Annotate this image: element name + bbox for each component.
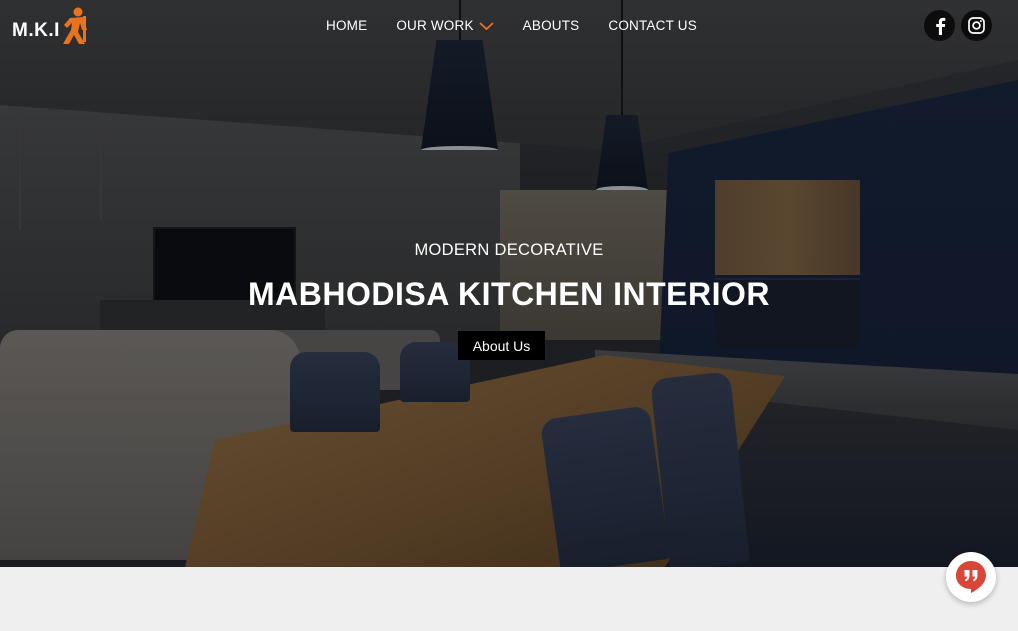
instagram-link[interactable] (961, 10, 992, 41)
facebook-link[interactable] (924, 10, 955, 41)
logo-text: M.K.I (12, 20, 60, 41)
hero-subtitle: MODERN DECORATIVE (414, 241, 604, 259)
facebook-icon (935, 17, 945, 35)
hero-title: MABHODISA KITCHEN INTERIOR (247, 276, 771, 312)
chevron-down-icon (479, 21, 494, 30)
nav-item-contact-us[interactable]: CONTACT US (608, 18, 697, 33)
main-nav: HOME OUR WORK ABOUTS CONTACT US (326, 18, 726, 33)
nav-item-our-work[interactable]: OUR WORK (396, 18, 494, 33)
instagram-icon (968, 17, 985, 34)
about-us-button[interactable]: About Us (458, 331, 545, 360)
site-logo[interactable]: M.K.I (12, 6, 91, 46)
hero-section: M.K.I HOME OUR WORK ABOUTS CONTACT US MO… (0, 0, 1018, 567)
nav-item-home[interactable]: HOME (326, 18, 367, 33)
logo-worker-icon (62, 7, 87, 44)
chat-quote-icon (956, 561, 986, 593)
chat-button[interactable] (946, 552, 996, 602)
nav-label: ABOUTS (522, 18, 580, 33)
nav-label: OUR WORK (396, 18, 474, 33)
nav-item-abouts[interactable]: ABOUTS (523, 18, 580, 33)
nav-label: CONTACT US (608, 18, 697, 33)
nav-label: HOME (326, 18, 368, 33)
